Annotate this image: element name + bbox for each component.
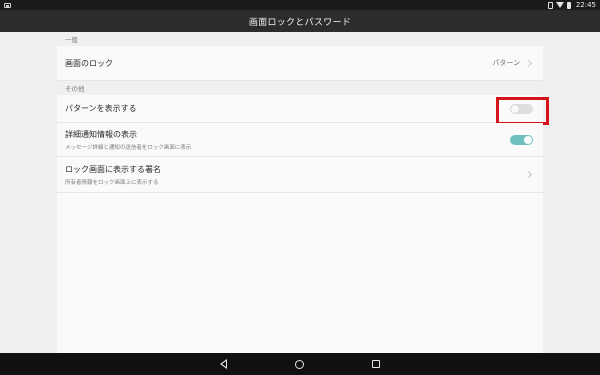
setting-detailed-notifications[interactable]: 詳細通知情報の表示 メッセージ詳細と通知の送信者をロック画面に表示 [57, 123, 543, 157]
toggle-knob [524, 135, 532, 144]
setting-title: ロック画面に表示する署名 [65, 164, 161, 174]
settings-list: 一般 画面のロック パターン その他 パターンを表示する 詳細通知情報の表示 メ… [57, 32, 549, 353]
setting-text: ロック画面に表示する署名 所有者情報をロック画面上に表示する [65, 164, 161, 186]
status-left [4, 2, 11, 8]
navigation-bar [0, 353, 600, 375]
chevron-right-icon [524, 59, 533, 67]
recents-icon[interactable] [372, 360, 380, 368]
setting-subtitle: メッセージ詳細と通知の送信者をロック画面に表示 [65, 144, 192, 151]
setting-screen-lock[interactable]: 画面のロック パターン [57, 46, 543, 81]
back-icon[interactable] [220, 359, 227, 369]
wifi-icon [555, 2, 564, 8]
setting-text: 詳細通知情報の表示 メッセージ詳細と通知の送信者をロック画面に表示 [65, 129, 191, 151]
highlight-box [496, 96, 549, 125]
setting-right [496, 96, 549, 125]
section-header-general: 一般 [57, 32, 543, 46]
clock: 22:45 [575, 1, 596, 9]
vibrate-icon [547, 1, 553, 9]
setting-value: パターン [492, 59, 520, 67]
setting-subtitle: 所有者情報をロック画面上に表示する [65, 179, 159, 186]
setting-show-pattern[interactable]: パターンを表示する [57, 95, 549, 125]
battery-icon [566, 1, 571, 9]
image-notification-icon [4, 2, 11, 8]
home-icon[interactable] [295, 359, 304, 369]
setting-title: パターンを表示する [65, 104, 137, 113]
status-bar: 22:45 [0, 0, 600, 10]
setting-lock-screen-signature[interactable]: ロック画面に表示する署名 所有者情報をロック画面上に表示する [57, 157, 543, 193]
screen: 22:45 画面ロックとパスワード 一般 画面のロック パターン その他 パター… [0, 0, 600, 375]
section-header-label: その他 [65, 85, 85, 93]
detailed-notifications-toggle[interactable] [510, 134, 533, 145]
setting-right: パターン [492, 58, 535, 68]
status-right: 22:45 [547, 1, 596, 9]
section-header-label: 一般 [65, 36, 78, 44]
section-header-other: その他 [57, 81, 543, 95]
app-bar: 画面ロックとパスワード [0, 10, 600, 32]
setting-title: 詳細通知情報の表示 [65, 129, 137, 139]
chevron-right-icon [524, 170, 533, 179]
page-title: 画面ロックとパスワード [248, 17, 352, 28]
setting-title: 画面のロック [65, 58, 113, 68]
